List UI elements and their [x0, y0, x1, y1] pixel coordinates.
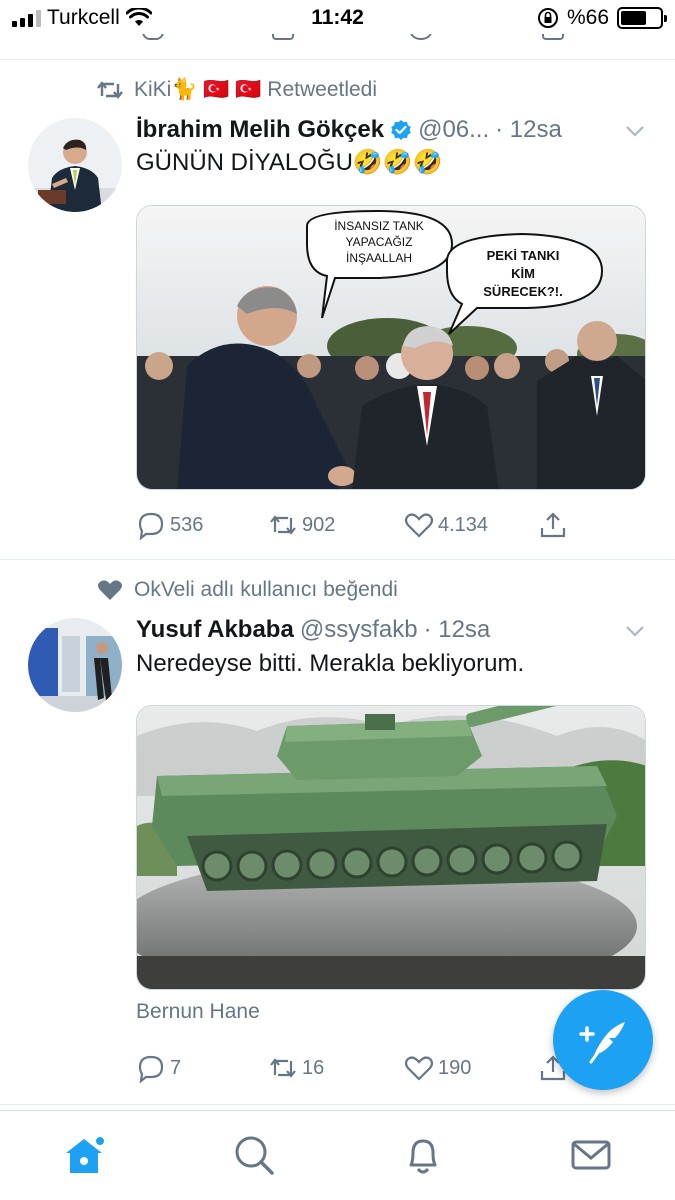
like-button[interactable]: 4.134 — [404, 510, 488, 540]
chevron-down-icon[interactable] — [625, 124, 645, 138]
messages-icon — [571, 1140, 611, 1170]
status-bar: Turkcell 11:42 %66 — [0, 0, 675, 38]
social-context-text: OkVeli adlı kullanıcı beğendi — [134, 578, 398, 601]
like-count: 4.134 — [438, 513, 489, 536]
retweet-button[interactable]: 902 — [268, 510, 335, 540]
bubble1-line3: İNŞAALLAH — [346, 251, 412, 265]
battery-percent: %66 — [566, 6, 609, 29]
bubble2-line2: KİM — [511, 266, 535, 281]
reply-count: 536 — [170, 513, 204, 536]
retweet-icon — [270, 1058, 296, 1078]
tweet-text: GÜNÜN DİYALOĞU🤣🤣🤣 — [136, 149, 443, 176]
tab-notifications[interactable] — [401, 1133, 445, 1177]
heart-icon — [404, 513, 434, 538]
avatar[interactable] — [28, 618, 122, 712]
like-button[interactable]: 190 — [404, 1053, 471, 1083]
rotation-lock-icon — [537, 8, 558, 28]
battery-icon — [617, 7, 667, 29]
chevron-down-icon[interactable] — [625, 624, 645, 638]
home-icon — [66, 1135, 106, 1173]
tab-search[interactable] — [232, 1133, 276, 1177]
retweet-icon — [270, 515, 296, 535]
heart-icon — [404, 1056, 434, 1081]
tweet-actions: 7 16 190 — [136, 1053, 576, 1087]
share-icon — [540, 512, 566, 538]
notifications-icon — [409, 1139, 437, 1174]
tab-messages[interactable] — [569, 1133, 613, 1177]
share-button[interactable] — [538, 510, 568, 540]
tab-home[interactable] — [62, 1133, 106, 1177]
social-context: KiKi🐈 🇹🇷 🇹🇷 Retweetledi — [96, 78, 377, 102]
reply-icon — [138, 512, 164, 540]
tweet-actions: 536 902 4.134 — [136, 510, 576, 544]
compose-feather-icon — [579, 1022, 625, 1064]
bubble2-line3: SÜRECEK?!. — [483, 284, 562, 299]
tweet-image[interactable] — [136, 705, 646, 990]
reply-count: 7 — [170, 1056, 182, 1079]
bubble1-line2: YAPACAĞIZ — [346, 234, 413, 249]
author-name[interactable]: Yusuf Akbaba — [136, 616, 294, 644]
social-context: OkVeli adlı kullanıcı beğendi — [96, 578, 398, 602]
media-caption[interactable]: Bernun Hane — [136, 1000, 260, 1024]
compose-tweet-button[interactable] — [553, 990, 653, 1090]
tweet-time: · 12sa — [495, 116, 562, 143]
heart-icon — [98, 580, 122, 600]
tweet-header: İbrahim Melih Gökçek @06... · 12sa — [136, 116, 645, 144]
social-context-text: KiKi🐈 🇹🇷 🇹🇷 Retweetledi — [134, 78, 378, 101]
bubble1-line1: İNSANSIZ TANK — [334, 219, 424, 233]
retweet-count: 16 — [302, 1056, 325, 1079]
retweet-button[interactable]: 16 — [268, 1053, 324, 1083]
bottom-tab-bar — [0, 1110, 675, 1200]
search-icon — [235, 1136, 274, 1175]
author-name[interactable]: İbrahim Melih Gökçek — [136, 116, 384, 144]
bubble2-line1: PEKİ TANKI — [487, 248, 560, 263]
tweet[interactable]: KiKi🐈 🇹🇷 🇹🇷 Retweetledi İbrahim Melih Gö… — [0, 60, 675, 560]
verified-badge-icon — [391, 120, 411, 140]
previous-tweet-edge — [0, 34, 675, 60]
tweet-header: Yusuf Akbaba @ssysfakb · 12sa — [136, 616, 645, 644]
retweet-count: 902 — [302, 513, 336, 536]
like-count: 190 — [438, 1056, 472, 1079]
avatar[interactable] — [28, 118, 122, 212]
author-handle[interactable]: @06... — [418, 116, 489, 144]
tweet-text: Neredeyse bitti. Merakla bekliyorum. — [136, 650, 525, 677]
reply-icon — [138, 1055, 164, 1083]
reply-button[interactable]: 536 — [136, 510, 203, 540]
tweet-time: · 12sa — [423, 616, 491, 643]
battery-level — [621, 11, 647, 25]
author-handle[interactable]: @ssysfakb — [300, 616, 418, 644]
reply-button[interactable]: 7 — [136, 1053, 181, 1083]
tweet-image[interactable]: İNSANSIZ TANK YAPACAĞIZ İNŞAALLAH PEKİ T… — [136, 205, 646, 490]
retweet-icon — [97, 81, 123, 99]
